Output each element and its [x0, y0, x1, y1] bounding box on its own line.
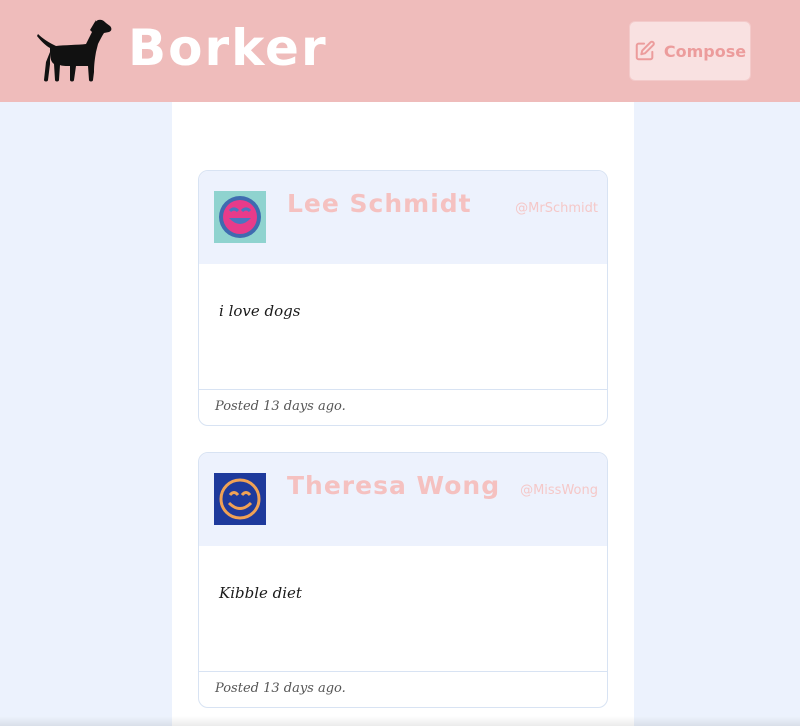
feed: Lee Schmidt @MrSchmidt i love dogs Poste…: [172, 102, 634, 726]
compose-button[interactable]: Compose: [629, 21, 751, 81]
post-header: Lee Schmidt @MrSchmidt: [199, 171, 607, 264]
post-body: i love dogs: [199, 264, 607, 390]
post-card: Theresa Wong @MissWong Kibble diet Poste…: [198, 452, 608, 708]
post-text: i love dogs: [219, 302, 301, 320]
laughing-face-icon: [214, 191, 266, 243]
smiling-face-icon: [214, 473, 266, 525]
post-text: Kibble diet: [219, 584, 302, 602]
post-timestamp: Posted 13 days ago.: [215, 681, 346, 696]
author-name[interactable]: Theresa Wong: [287, 471, 500, 500]
compose-label: Compose: [663, 41, 747, 61]
post-body: Kibble diet: [199, 546, 607, 672]
author-handle[interactable]: @MrSchmidt: [515, 201, 598, 216]
dog-icon: [37, 19, 112, 82]
post-footer: Posted 13 days ago.: [199, 390, 607, 425]
brand-title: Borker: [128, 19, 328, 77]
author-handle[interactable]: @MissWong: [520, 483, 598, 498]
post-card: Lee Schmidt @MrSchmidt i love dogs Poste…: [198, 170, 608, 426]
post-footer: Posted 13 days ago.: [199, 672, 607, 707]
bottom-shadow: [0, 716, 800, 726]
post-timestamp: Posted 13 days ago.: [215, 399, 346, 414]
author-name[interactable]: Lee Schmidt: [287, 189, 472, 218]
app-header: Borker Compose: [0, 0, 800, 102]
edit-icon: [635, 40, 655, 61]
post-header: Theresa Wong @MissWong: [199, 453, 607, 546]
